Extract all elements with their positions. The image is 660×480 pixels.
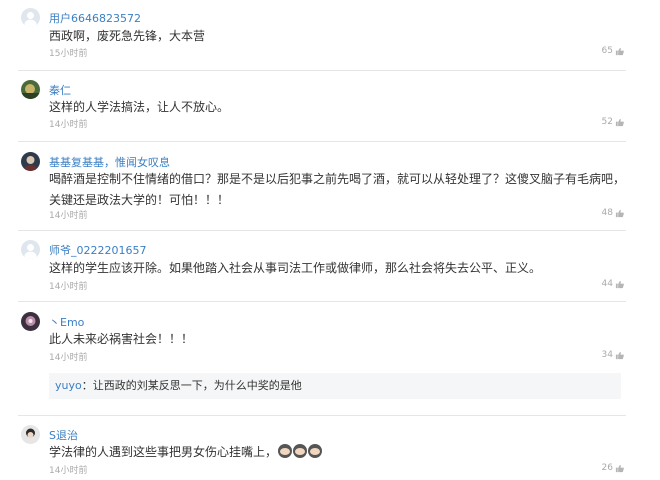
divider <box>18 141 626 142</box>
comment-time: 14小时前 <box>49 282 88 292</box>
emoji-icon <box>278 444 293 458</box>
comment-text: 这样的学生应该开除。如果他踏入社会从事司法工作或做律师，那么社会将失去公平、正义… <box>49 261 542 275</box>
comment-time: 14小时前 <box>49 120 88 130</box>
comment-username[interactable]: 基基复基基，惟闻女叹息 <box>49 154 170 170</box>
like-button[interactable]: 48 <box>602 208 624 218</box>
thumbs-up-icon <box>615 280 624 288</box>
thumbs-up-icon <box>615 118 624 126</box>
like-button[interactable]: 52 <box>602 117 624 127</box>
thumbs-up-icon <box>615 47 624 55</box>
like-button[interactable]: 44 <box>602 279 624 289</box>
avatar[interactable] <box>21 8 40 27</box>
reply-text: ：让西政的刘某反思一下，为什么中奖的是他 <box>81 379 302 392</box>
emoji-icon <box>308 444 323 458</box>
like-count: 44 <box>601 279 613 289</box>
like-button[interactable]: 34 <box>602 350 624 360</box>
reply-preview[interactable]: yuyo：让西政的刘某反思一下，为什么中奖的是他 <box>49 373 621 399</box>
avatar[interactable] <box>21 240 40 259</box>
emoji-icon <box>293 444 308 458</box>
divider <box>18 70 626 71</box>
comment-text: 此人未来必祸害社会！！！ <box>49 332 194 346</box>
like-button[interactable]: 65 <box>602 46 624 56</box>
comment-time: 14小时前 <box>49 353 88 363</box>
comment-text: 学法律的人遇到这些事把男女伤心挂嘴上， <box>49 442 634 463</box>
comment-text: 西政啊，废死急先锋，大本营 <box>49 29 206 43</box>
comment-time: 14小时前 <box>49 211 88 221</box>
comment-username[interactable]: 用户6646823572 <box>49 10 141 26</box>
divider <box>18 415 626 416</box>
thumbs-up-icon <box>615 464 624 472</box>
like-count: 34 <box>601 350 613 360</box>
avatar[interactable] <box>21 312 40 331</box>
thumbs-up-icon <box>615 351 624 359</box>
comment-username[interactable]: 师爷_0222201657 <box>49 242 147 258</box>
reply-username[interactable]: yuyo <box>55 379 82 392</box>
comment-time: 15小时前 <box>49 49 88 59</box>
like-count: 48 <box>601 208 613 218</box>
divider <box>18 230 626 231</box>
comment-text-content: 学法律的人遇到这些事把男女伤心挂嘴上， <box>49 445 278 459</box>
avatar[interactable] <box>21 425 40 444</box>
like-button[interactable]: 26 <box>602 463 624 473</box>
comment-username[interactable]: 秦仁 <box>49 82 71 98</box>
avatar[interactable] <box>21 152 40 171</box>
comment-text: 这样的人学法搞法，让人不放心。 <box>49 100 230 114</box>
comment-username[interactable]: S退治 <box>49 427 78 443</box>
comment-text: 喝醉酒是控制不住情绪的借口？那是不是以后犯事之前先喝了酒，就可以从轻处理了？这傻… <box>49 172 626 207</box>
thumbs-up-icon <box>615 209 624 217</box>
avatar[interactable] <box>21 80 40 99</box>
divider <box>18 301 626 302</box>
like-count: 52 <box>601 117 613 127</box>
comment-time: 14小时前 <box>49 466 88 476</box>
comment-username[interactable]: 丶Emo <box>49 314 84 330</box>
like-count: 26 <box>601 463 613 473</box>
like-count: 65 <box>601 46 613 56</box>
